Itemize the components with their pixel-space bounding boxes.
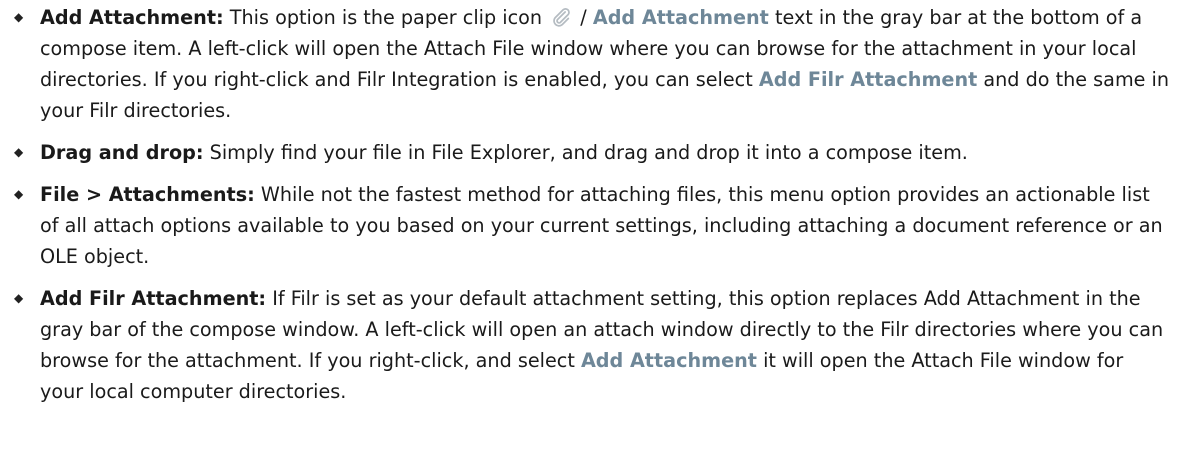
list-item-file-attachments: ◆ File > Attachments: While not the fast… <box>0 179 1178 272</box>
bullet-icon: ◆ <box>14 187 24 201</box>
document-page: ◆ Add Attachment: This option is the pap… <box>0 0 1178 455</box>
item-separator: / <box>574 6 593 29</box>
ui-term-add-attachment: Add Attachment <box>580 349 757 372</box>
item-lead: Drag and drop: <box>40 141 204 164</box>
attachment-methods-list: ◆ Add Attachment: This option is the pap… <box>0 2 1178 418</box>
bullet-icon: ◆ <box>14 145 24 159</box>
item-text: Simply find your file in File Explorer, … <box>203 141 968 164</box>
ui-term-add-filr-attachment: Add Filr Attachment <box>758 68 978 91</box>
item-lead: File > Attachments: <box>40 183 255 206</box>
list-item-add-filr-attachment: ◆ Add Filr Attachment: If Filr is set as… <box>0 283 1178 407</box>
item-lead: Add Attachment: <box>40 6 224 29</box>
bullet-icon: ◆ <box>14 291 24 305</box>
list-item-add-attachment: ◆ Add Attachment: This option is the pap… <box>0 2 1178 126</box>
list-item-drag-and-drop: ◆ Drag and drop: Simply find your file i… <box>0 137 1178 168</box>
ui-term-add-attachment: Add Attachment <box>592 6 769 29</box>
bullet-icon: ◆ <box>14 10 24 24</box>
item-lead: Add Filr Attachment: <box>40 287 267 310</box>
item-text: This option is the paper clip icon <box>223 6 549 29</box>
paperclip-icon <box>553 7 571 27</box>
